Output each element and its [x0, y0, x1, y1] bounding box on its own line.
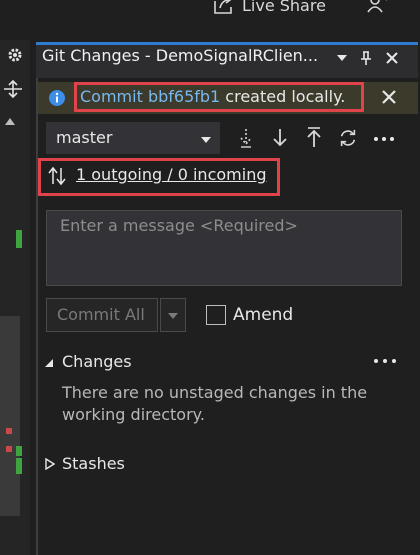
info-icon	[49, 90, 65, 106]
live-share-icon	[214, 0, 232, 14]
branch-name: master	[56, 128, 113, 147]
change-marker	[16, 458, 22, 474]
pin-icon[interactable]	[358, 50, 374, 66]
top-toolbar	[0, 0, 420, 40]
fetch-icon[interactable]	[236, 126, 256, 150]
amend-label: Amend	[233, 305, 294, 325]
person-feedback-icon[interactable]	[366, 0, 388, 14]
window-menu-icon[interactable]	[336, 54, 348, 62]
error-marker	[6, 428, 12, 434]
panel-title: Git Changes - DemoSignalRClien...	[42, 46, 319, 65]
sync-icon[interactable]	[338, 126, 358, 150]
amend-checkbox[interactable]	[206, 305, 226, 325]
split-view-icon[interactable]	[2, 78, 24, 100]
outgoing-incoming-icon	[48, 166, 66, 186]
expanded-triangle-icon[interactable]	[44, 358, 54, 368]
outgoing-incoming-link[interactable]: 1 outgoing / 0 incoming	[76, 165, 266, 184]
stashes-header[interactable]: Stashes	[62, 454, 125, 473]
change-marker	[16, 446, 22, 456]
info-message: Commit bbf65fb1 created locally.	[80, 87, 345, 106]
close-panel-icon[interactable]	[384, 50, 400, 66]
change-marker	[16, 230, 22, 248]
error-marker	[6, 446, 12, 452]
gear-icon[interactable]	[6, 46, 24, 64]
close-icon[interactable]	[380, 88, 398, 106]
commit-hash-link[interactable]: bbf65fb1	[148, 87, 220, 106]
more-options-icon[interactable]	[372, 126, 396, 150]
changes-empty-message: There are no unstaged changes in the wor…	[62, 383, 368, 424]
changes-header[interactable]: Changes	[62, 352, 132, 371]
pull-icon[interactable]	[270, 126, 290, 150]
info-prefix[interactable]: Commit	[80, 87, 148, 106]
live-share-button[interactable]: Live Share	[212, 0, 326, 16]
push-icon[interactable]	[304, 126, 324, 150]
scroll-up-icon[interactable]	[4, 116, 16, 126]
collapsed-triangle-icon[interactable]	[45, 458, 55, 470]
more-options-icon[interactable]	[372, 352, 398, 370]
info-suffix: created locally.	[220, 87, 346, 106]
commit-all-label: Commit All	[57, 305, 145, 324]
editor-scrollbar[interactable]	[0, 316, 20, 516]
live-share-label: Live Share	[242, 0, 326, 15]
chevron-down-icon	[168, 313, 178, 319]
commit-message-placeholder: Enter a message <Required>	[60, 216, 298, 235]
chevron-down-icon[interactable]	[200, 136, 212, 144]
